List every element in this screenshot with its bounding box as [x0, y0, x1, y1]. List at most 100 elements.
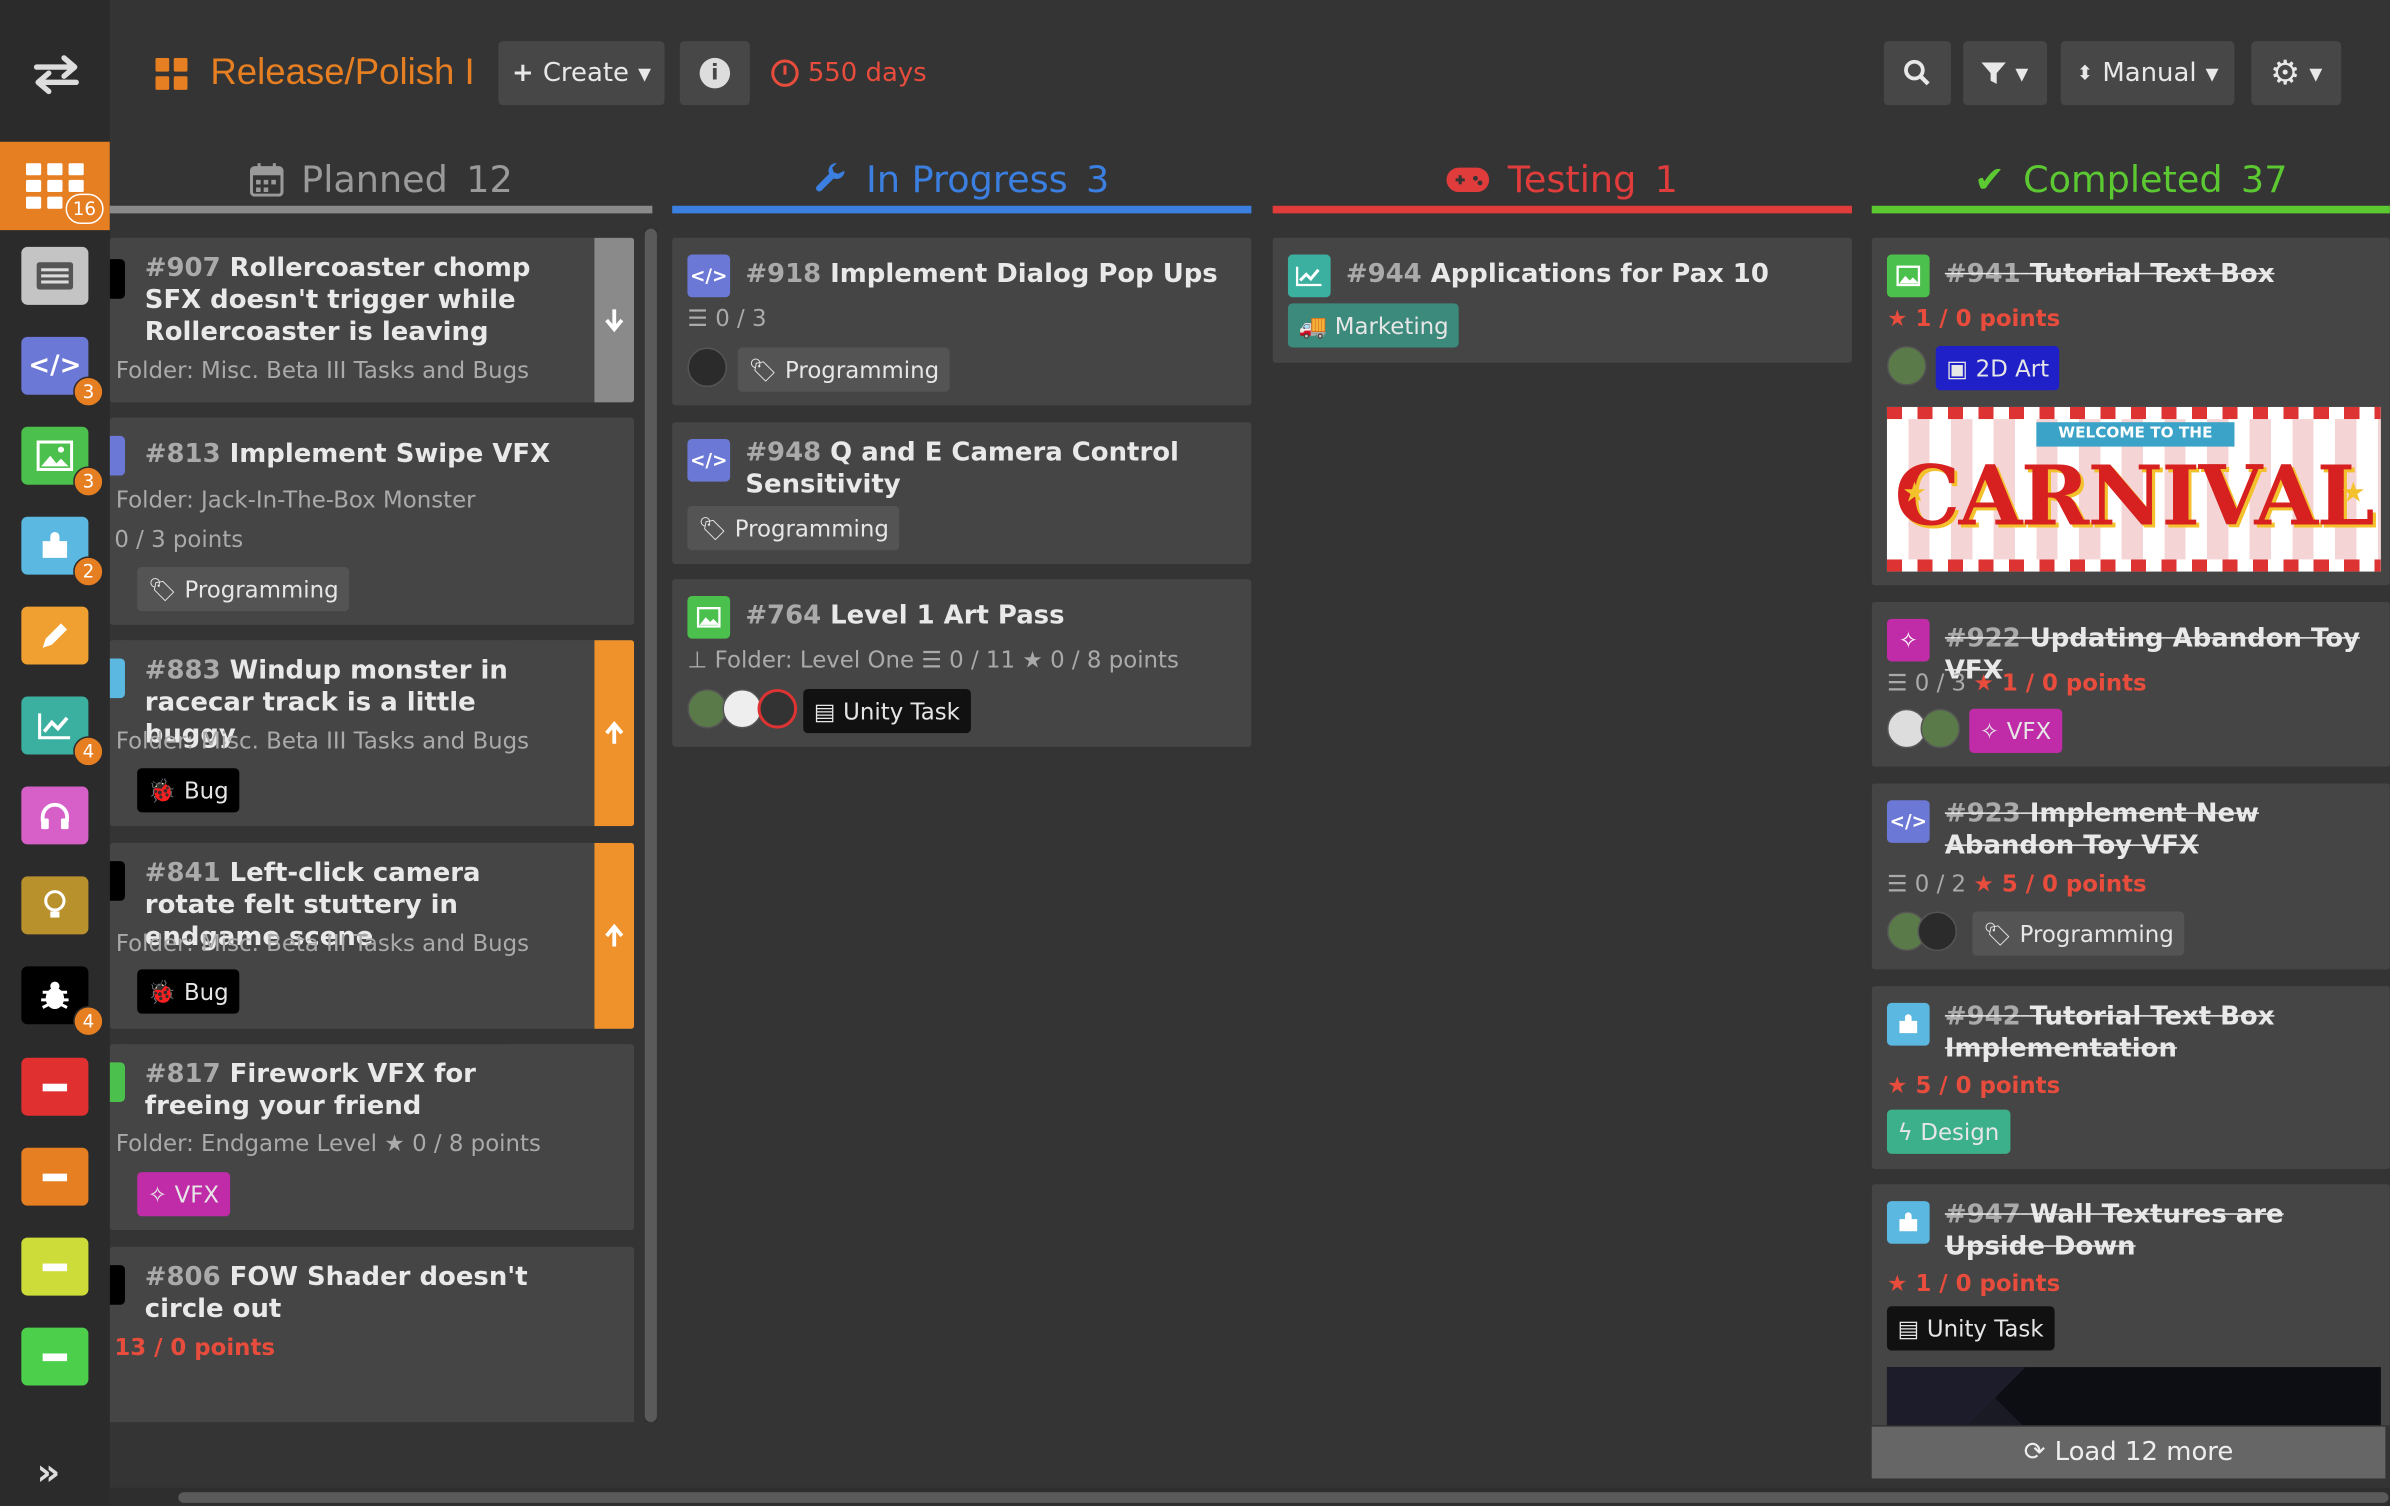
column-planned: #907 Rollercoaster chomp SFX doesn't tri…: [109, 229, 636, 1423]
switch-project-icon[interactable]: [30, 52, 82, 98]
task-card[interactable]: #947 Wall Textures are Upside Down ★ 1 /…: [1871, 1184, 2390, 1426]
arrow-down-icon: [605, 309, 624, 333]
task-card[interactable]: ✧ #922 Updating Abandon Toy VFX ☰ 0 / 3 …: [1871, 602, 2390, 767]
document-icon: ▤: [813, 697, 836, 725]
document-icon: ▤: [1897, 1314, 1920, 1343]
tag-marketing[interactable]: 🚚 Marketing: [1287, 303, 1460, 348]
task-meta: ⊥ Folder: Level One ☰ 0 / 11 ★ 0 / 8 poi…: [687, 646, 1179, 674]
horizontal-scrollbar[interactable]: [109, 1487, 2390, 1506]
column-header-planned[interactable]: Planned 12: [110, 146, 653, 213]
sidebar-item-priority-low[interactable]: [21, 1237, 89, 1296]
top-bar: Release/Polish I + Create ▼ i 550 days ▼ ⬍…: [110, 0, 2390, 146]
sidebar-item-backlog[interactable]: [21, 246, 89, 305]
task-card[interactable]: #907 Rollercoaster chomp SFX doesn't tri…: [109, 237, 635, 403]
tag-2d-art[interactable]: ▣ 2D Art: [1935, 345, 2060, 391]
sidebar-item-priority-high[interactable]: [21, 1057, 89, 1116]
task-folder: Folder: Jack-In-The-Box Monster: [115, 486, 476, 514]
task-card[interactable]: #841 Left-click camera rotate felt stutt…: [109, 842, 635, 1029]
puzzle-icon: [42, 531, 68, 558]
tag-vfx[interactable]: ✧ VFX: [1969, 708, 2062, 753]
settings-button[interactable]: ⚙ ▼: [2251, 41, 2342, 106]
load-more-button[interactable]: ⟳ Load 12 more: [1871, 1426, 2386, 1479]
pencil-icon: [42, 623, 68, 648]
task-title: #947 Wall Textures are Upside Down: [1944, 1199, 2284, 1263]
info-button[interactable]: i: [679, 41, 750, 106]
sidebar-item-marketing[interactable]: 4: [21, 696, 104, 767]
page-title[interactable]: Release/Polish I: [210, 52, 474, 95]
truck-icon: 🚚: [1298, 311, 1328, 340]
tag-programming[interactable]: 🏷 Programming: [687, 506, 900, 551]
move-up-button[interactable]: [594, 640, 635, 827]
tag-unity-task[interactable]: ▤ Unity Task: [803, 688, 971, 734]
board-count-badge: 16: [65, 193, 104, 225]
task-card[interactable]: </> #918 Implement Dialog Pop Ups ☰ 0 / …: [672, 237, 1252, 406]
art-type-icon: [1886, 254, 1930, 298]
arrow-up-icon: [605, 923, 624, 947]
task-card[interactable]: #764 Level 1 Art Pass ⊥ Folder: Level On…: [672, 579, 1252, 747]
planned-scrollbar[interactable]: [644, 228, 657, 1423]
sidebar-item-priority-none[interactable]: [21, 1327, 89, 1386]
task-card[interactable]: </> #948 Q and E Camera Control Sensitiv…: [672, 422, 1252, 564]
sidebar-item-art[interactable]: 3: [21, 426, 104, 497]
vfx-type-icon: ✧: [1886, 618, 1930, 662]
tag-icon: 🏷: [748, 355, 778, 384]
filter-button[interactable]: ▼: [1963, 41, 2048, 106]
tag-programming[interactable]: 🏷 Programming: [137, 567, 350, 612]
sort-dropdown[interactable]: ⬍ Manual ▼: [2060, 41, 2235, 106]
list-icon: [36, 262, 74, 290]
sidebar-item-bugs[interactable]: 4: [21, 966, 104, 1037]
tag-unity-task[interactable]: ▤ Unity Task: [1886, 1306, 2055, 1351]
expand-sidebar-icon[interactable]: »: [37, 1451, 61, 1494]
task-points: ★ 1 / 0 points: [1886, 304, 2061, 333]
column-header-in-progress[interactable]: In Progress 3: [672, 146, 1251, 213]
sidebar-item-writing[interactable]: [21, 606, 89, 665]
tag-programming[interactable]: 🏷 Programming: [1972, 911, 2185, 956]
tag-bug[interactable]: 🐞 Bug: [137, 969, 240, 1014]
star-icon: ★: [2340, 477, 2366, 510]
column-completed: #941 Tutorial Text Box ★ 1 / 0 points ▣ 2…: [1871, 229, 2390, 1426]
task-card[interactable]: #944 Applications for Pax 10 🚚 Marketing: [1272, 237, 1852, 363]
checklist-icon: ☰: [921, 646, 942, 674]
sidebar-item-code[interactable]: </> 3: [21, 336, 104, 407]
deadline-indicator[interactable]: 550 days: [771, 58, 927, 88]
caret-down-icon: ▼: [638, 63, 652, 84]
banner-ribbon: WELCOME TO THE: [2036, 422, 2235, 447]
move-up-button[interactable]: [594, 842, 635, 1029]
sidebar-item-design[interactable]: 2: [21, 516, 104, 587]
code-count-badge: 3: [73, 376, 104, 407]
search-button[interactable]: [1883, 41, 1951, 106]
avatar: [1917, 911, 1958, 952]
column-bar-completed: [1871, 205, 2390, 214]
task-card[interactable]: #883 Windup monster in racecar track is …: [109, 640, 635, 827]
column-header-completed[interactable]: ✔ Completed 37: [1872, 146, 2390, 213]
image-icon: [36, 440, 74, 471]
task-card[interactable]: #813 Implement Swipe VFX Folder: Jack-In…: [109, 417, 635, 625]
task-title: #817 Firework VFX for freeing your frien…: [144, 1059, 476, 1122]
sidebar-item-audio[interactable]: [21, 786, 89, 845]
column-header-testing[interactable]: Testing 1: [1273, 146, 1852, 213]
task-card[interactable]: #941 Tutorial Text Box ★ 1 / 0 points ▣ 2…: [1871, 237, 2390, 586]
caret-down-icon: ▼: [2205, 63, 2219, 84]
sidebar-item-ideas[interactable]: [21, 876, 89, 935]
tag-design[interactable]: ϟ Design: [1886, 1109, 2010, 1154]
sidebar-item-board[interactable]: 16: [0, 141, 110, 231]
tag-vfx[interactable]: ✧ VFX: [137, 1172, 230, 1217]
magic-icon: ✧: [1979, 717, 2000, 745]
tag-programming[interactable]: 🏷 Programming: [737, 347, 950, 392]
tag-icon: 🏷: [147, 575, 177, 603]
tag-bug[interactable]: 🐞 Bug: [137, 768, 240, 813]
scrollbar-thumb[interactable]: [178, 1492, 2389, 1503]
task-points: ★ 1 / 0 points: [1886, 1269, 2061, 1298]
minus-icon: [42, 1262, 68, 1271]
task-card[interactable]: #942 Tutorial Text Box Implementation ★ …: [1871, 986, 2390, 1170]
task-card[interactable]: </> #923 Implement New Abandon Toy VFX ☰…: [1871, 783, 2390, 970]
task-card[interactable]: #806 FOW Shader doesn't circle out 13 / …: [109, 1246, 635, 1423]
move-down-button[interactable]: [594, 237, 635, 403]
task-folder: Folder: Misc. Beta III Tasks and Bugs: [115, 929, 530, 958]
column-bar-in-progress: [672, 205, 1252, 214]
attachment-image[interactable]: WELCOME TO THE CARNIVAL ★ ★: [1886, 406, 2381, 572]
create-button[interactable]: + Create ▼: [498, 41, 665, 106]
sidebar-item-priority-medium[interactable]: [21, 1147, 89, 1206]
attachment-image[interactable]: [1886, 1367, 2381, 1426]
task-card[interactable]: #817 Firework VFX for freeing your frien…: [109, 1044, 635, 1231]
